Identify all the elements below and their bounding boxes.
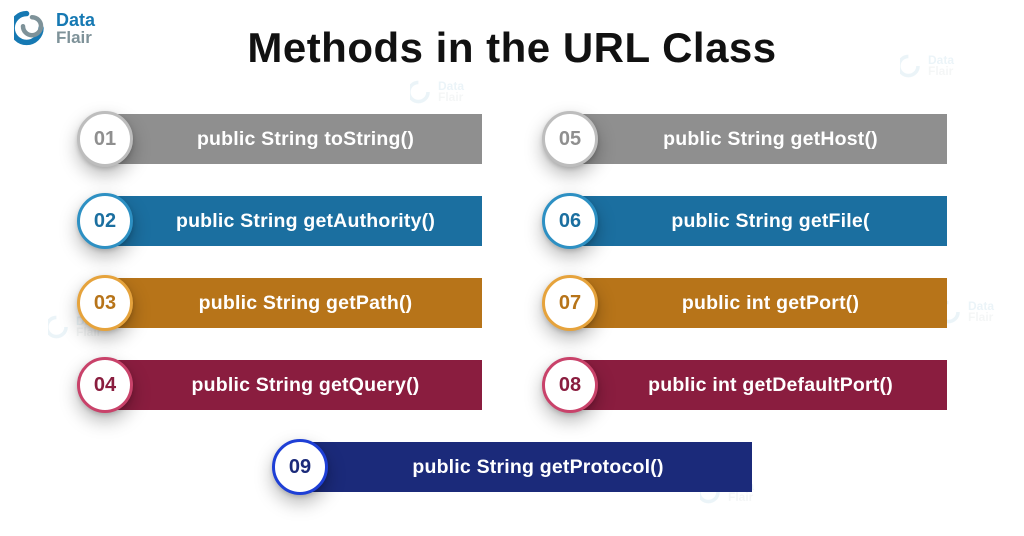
method-item-02: 02 public String getAuthority() xyxy=(77,190,482,252)
method-item-04: 04 public String getQuery() xyxy=(77,354,482,416)
method-label: public String getHost() xyxy=(576,114,947,164)
method-number-badge: 03 xyxy=(77,275,133,331)
method-number-badge: 02 xyxy=(77,193,133,249)
method-number-badge: 05 xyxy=(542,111,598,167)
method-number-badge: 06 xyxy=(542,193,598,249)
method-label: public String getFile( xyxy=(576,196,947,246)
method-number-badge: 04 xyxy=(77,357,133,413)
method-item-06: 06 public String getFile( xyxy=(542,190,947,252)
method-label: public int getPort() xyxy=(576,278,947,328)
method-item-05: 05 public String getHost() xyxy=(542,108,947,170)
method-label: public String getPath() xyxy=(111,278,482,328)
brand-logo: Data Flair xyxy=(14,10,95,46)
method-item-08: 08 public int getDefaultPort() xyxy=(542,354,947,416)
method-number-badge: 09 xyxy=(272,439,328,495)
watermark-icon: DataFlair xyxy=(410,80,464,104)
method-number-badge: 08 xyxy=(542,357,598,413)
page-title: Methods in the URL Class xyxy=(247,24,776,72)
method-label: public int getDefaultPort() xyxy=(576,360,947,410)
watermark-icon: DataFlair xyxy=(900,54,954,78)
method-label: public String toString() xyxy=(111,114,482,164)
method-item-03: 03 public String getPath() xyxy=(77,272,482,334)
brand-word-1: Data xyxy=(56,11,95,29)
method-label: public String getAuthority() xyxy=(111,196,482,246)
brand-word-2: Flair xyxy=(56,29,95,46)
methods-grid: 01 public String toString() 05 public St… xyxy=(77,108,947,498)
method-item-01: 01 public String toString() xyxy=(77,108,482,170)
watermark-icon: DataFlair xyxy=(940,300,994,324)
method-number-badge: 07 xyxy=(542,275,598,331)
method-item-07: 07 public int getPort() xyxy=(542,272,947,334)
method-label: public String getProtocol() xyxy=(306,442,752,492)
brand-logo-text: Data Flair xyxy=(56,11,95,46)
method-item-09: 09 public String getProtocol() xyxy=(77,436,947,498)
brand-logo-icon xyxy=(14,10,50,46)
method-label: public String getQuery() xyxy=(111,360,482,410)
method-number-badge: 01 xyxy=(77,111,133,167)
